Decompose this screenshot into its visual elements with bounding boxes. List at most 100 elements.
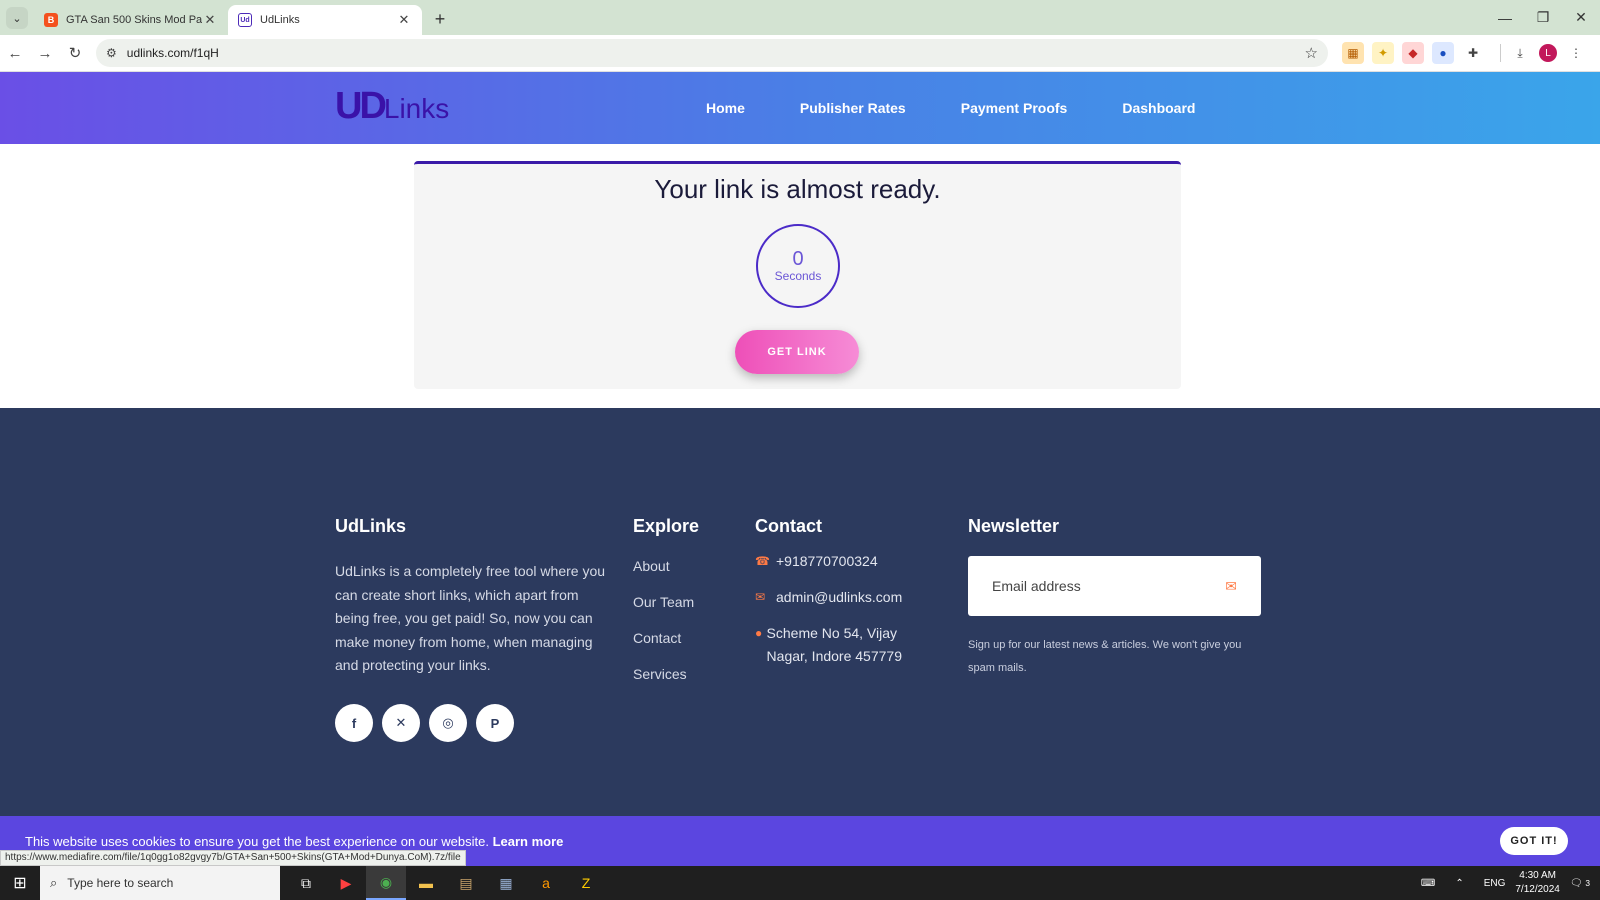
cookie-accept-button[interactable]: GOT IT! (1500, 827, 1568, 855)
nav-home[interactable]: Home (706, 100, 745, 116)
send-envelope-icon[interactable]: ✉ (1225, 578, 1237, 595)
close-tab-icon[interactable]: ✕ (202, 12, 218, 28)
taskbar-search[interactable]: ⌕ Type here to search (40, 866, 280, 900)
search-icon: ⌕ (50, 875, 58, 890)
browser-toolbar: ← → ↻ ⚙ udlinks.com/f1qH ☆ ▦ ✦ ◆ ● ✚ ⤓ L… (0, 35, 1600, 72)
explore-link-team[interactable]: Our Team (633, 594, 694, 630)
envelope-icon: ✉ (755, 590, 766, 604)
chrome-icon[interactable]: ◉ (366, 866, 406, 900)
phone-icon: ☎ (755, 554, 770, 568)
language-indicator[interactable]: ENG (1484, 878, 1506, 889)
instagram-icon[interactable]: ◎ (429, 704, 467, 742)
amazon-icon[interactable]: a (526, 866, 566, 900)
notification-icon[interactable]: 🗨 3 (1570, 878, 1590, 889)
profile-avatar[interactable]: L (1539, 44, 1557, 62)
browser-tab-active[interactable]: Ud UdLinks ✕ (228, 5, 422, 35)
extension-bar: ▦ ✦ ◆ ● ✚ ⤓ L ⋮ (1342, 42, 1595, 64)
facebook-icon[interactable]: f (335, 704, 373, 742)
task-view-icon[interactable]: ⧉ (286, 866, 326, 900)
extension-icon[interactable]: ✦ (1372, 42, 1394, 64)
newsletter-email-input[interactable] (992, 578, 1226, 594)
countdown-timer: 0 Seconds (756, 224, 840, 308)
tray-chevron-up-icon[interactable]: ⌃ (1455, 878, 1463, 889)
explore-link-services[interactable]: Services (633, 666, 694, 702)
address-url[interactable]: udlinks.com/f1qH (127, 46, 1305, 60)
browser-tab[interactable]: B GTA San 500 Skins Mod Pack D ✕ (34, 5, 228, 35)
new-tab-icon[interactable]: + (426, 5, 454, 33)
footer-contact-title: Contact (755, 516, 822, 536)
footer-about-title: UdLinks (335, 516, 407, 536)
contact-phone[interactable]: ☎ +918770700324 (755, 550, 878, 573)
download-icon[interactable]: ⤓ (1509, 42, 1531, 64)
site-footer: UdLinks UdLinks is a completely free too… (0, 408, 1600, 816)
contact-email-text: admin@udlinks.com (776, 589, 903, 605)
extension-icon[interactable]: ● (1432, 42, 1454, 64)
notification-count: 3 (1585, 877, 1590, 888)
taskbar-clock[interactable]: 4:30 AM 7/12/2024 (1515, 869, 1560, 897)
restore-icon[interactable]: ❐ (1524, 0, 1562, 35)
browser-tab-strip: ⌄ B GTA San 500 Skins Mod Pack D ✕ Ud Ud… (0, 0, 1600, 35)
address-bar[interactable]: ⚙ udlinks.com/f1qH ☆ (96, 39, 1328, 67)
close-window-icon[interactable]: ✕ (1562, 0, 1600, 35)
get-link-button[interactable]: GET LINK (735, 330, 859, 374)
window-controls: — ❐ ✕ (1486, 0, 1600, 35)
back-icon[interactable]: ← (0, 38, 30, 68)
newsletter-note: Sign up for our latest news & articles. … (968, 639, 1242, 674)
windows-start-icon[interactable]: ⊞ (0, 866, 40, 900)
contact-email[interactable]: ✉ admin@udlinks.com (755, 586, 902, 609)
contact-address-text: Scheme No 54, Vijay Nagar, Indore 457779 (766, 625, 902, 664)
footer-newsletter-title: Newsletter (968, 516, 1060, 536)
link-status-bar: https://www.mediafire.com/file/1q0gg1o82… (0, 850, 466, 866)
explore-link-about[interactable]: About (633, 558, 694, 594)
nav-payment-proofs[interactable]: Payment Proofs (961, 100, 1068, 116)
site-header: UD Links Home Publisher Rates Payment Pr… (0, 72, 1600, 144)
tab-title: UdLinks (260, 14, 300, 26)
toolbar-divider (1500, 44, 1501, 62)
extension-icon[interactable]: ◆ (1402, 42, 1424, 64)
footer-about-text: UdLinks is a completely free tool where … (335, 563, 606, 673)
bookmark-star-icon[interactable]: ☆ (1305, 44, 1318, 62)
cookie-learn-more-link[interactable]: Learn more (493, 834, 564, 849)
keyboard-icon[interactable]: ⌨ (1421, 878, 1435, 889)
nav-dashboard[interactable]: Dashboard (1122, 100, 1195, 116)
filezilla-icon[interactable]: Z (566, 866, 606, 900)
blogger-favicon-icon: B (44, 13, 58, 27)
tab-search-dropdown[interactable]: ⌄ (6, 7, 28, 29)
twitter-icon[interactable]: ✕ (382, 704, 420, 742)
explore-link-contact[interactable]: Contact (633, 630, 694, 666)
logo-ud: UD (335, 85, 387, 127)
cookie-message: This website uses cookies to ensure you … (25, 834, 563, 849)
reload-icon[interactable]: ↻ (60, 38, 90, 68)
nav-publisher-rates[interactable]: Publisher Rates (800, 100, 906, 116)
taskbar-search-placeholder: Type here to search (67, 876, 174, 890)
extension-icon[interactable]: ▦ (1342, 42, 1364, 64)
close-tab-icon[interactable]: ✕ (396, 12, 412, 28)
main-nav: Home Publisher Rates Payment Proofs Dash… (706, 72, 1250, 144)
clock-date: 7/12/2024 (1515, 884, 1560, 895)
udlinks-logo[interactable]: UD Links (335, 85, 450, 127)
menu-kebab-icon[interactable]: ⋮ (1565, 42, 1587, 64)
minimize-icon[interactable]: — (1486, 0, 1524, 35)
countdown-value: 0 (792, 248, 804, 270)
logo-links: Links (383, 93, 450, 124)
site-info-icon[interactable]: ⚙ (106, 46, 117, 60)
page-title: Your link is almost ready. (654, 174, 941, 204)
footer-explore-title: Explore (633, 516, 700, 536)
extensions-puzzle-icon[interactable]: ✚ (1462, 42, 1484, 64)
file-explorer-icon[interactable]: ▬ (406, 866, 446, 900)
archive-app-icon[interactable]: ▤ (446, 866, 486, 900)
map-pin-icon: ● (755, 626, 763, 640)
tab-title: GTA San 500 Skins Mod Pack D (66, 14, 202, 26)
pinterest-icon[interactable]: P (476, 704, 514, 742)
contact-address: ● Scheme No 54, Vijay Nagar, Indore 4577… (755, 622, 915, 668)
media-player-icon[interactable]: ▶ (326, 866, 366, 900)
clock-time: 4:30 AM (1519, 870, 1556, 881)
system-tray: ⌨ ⌃ ENG 4:30 AM 7/12/2024 🗨 3 (1411, 866, 1600, 900)
windows-taskbar: ⊞ ⌕ Type here to search ⧉ ▶ ◉ ▬ ▤ ▦ a Z … (0, 866, 1600, 900)
newsletter-form: ✉ (968, 556, 1261, 616)
udlinks-favicon-icon: Ud (238, 13, 252, 27)
explore-links: About Our Team Contact Services (633, 558, 694, 702)
calculator-icon[interactable]: ▦ (486, 866, 526, 900)
forward-icon[interactable]: → (30, 38, 60, 68)
taskbar-apps: ⧉ ▶ ◉ ▬ ▤ ▦ a Z (286, 866, 606, 900)
